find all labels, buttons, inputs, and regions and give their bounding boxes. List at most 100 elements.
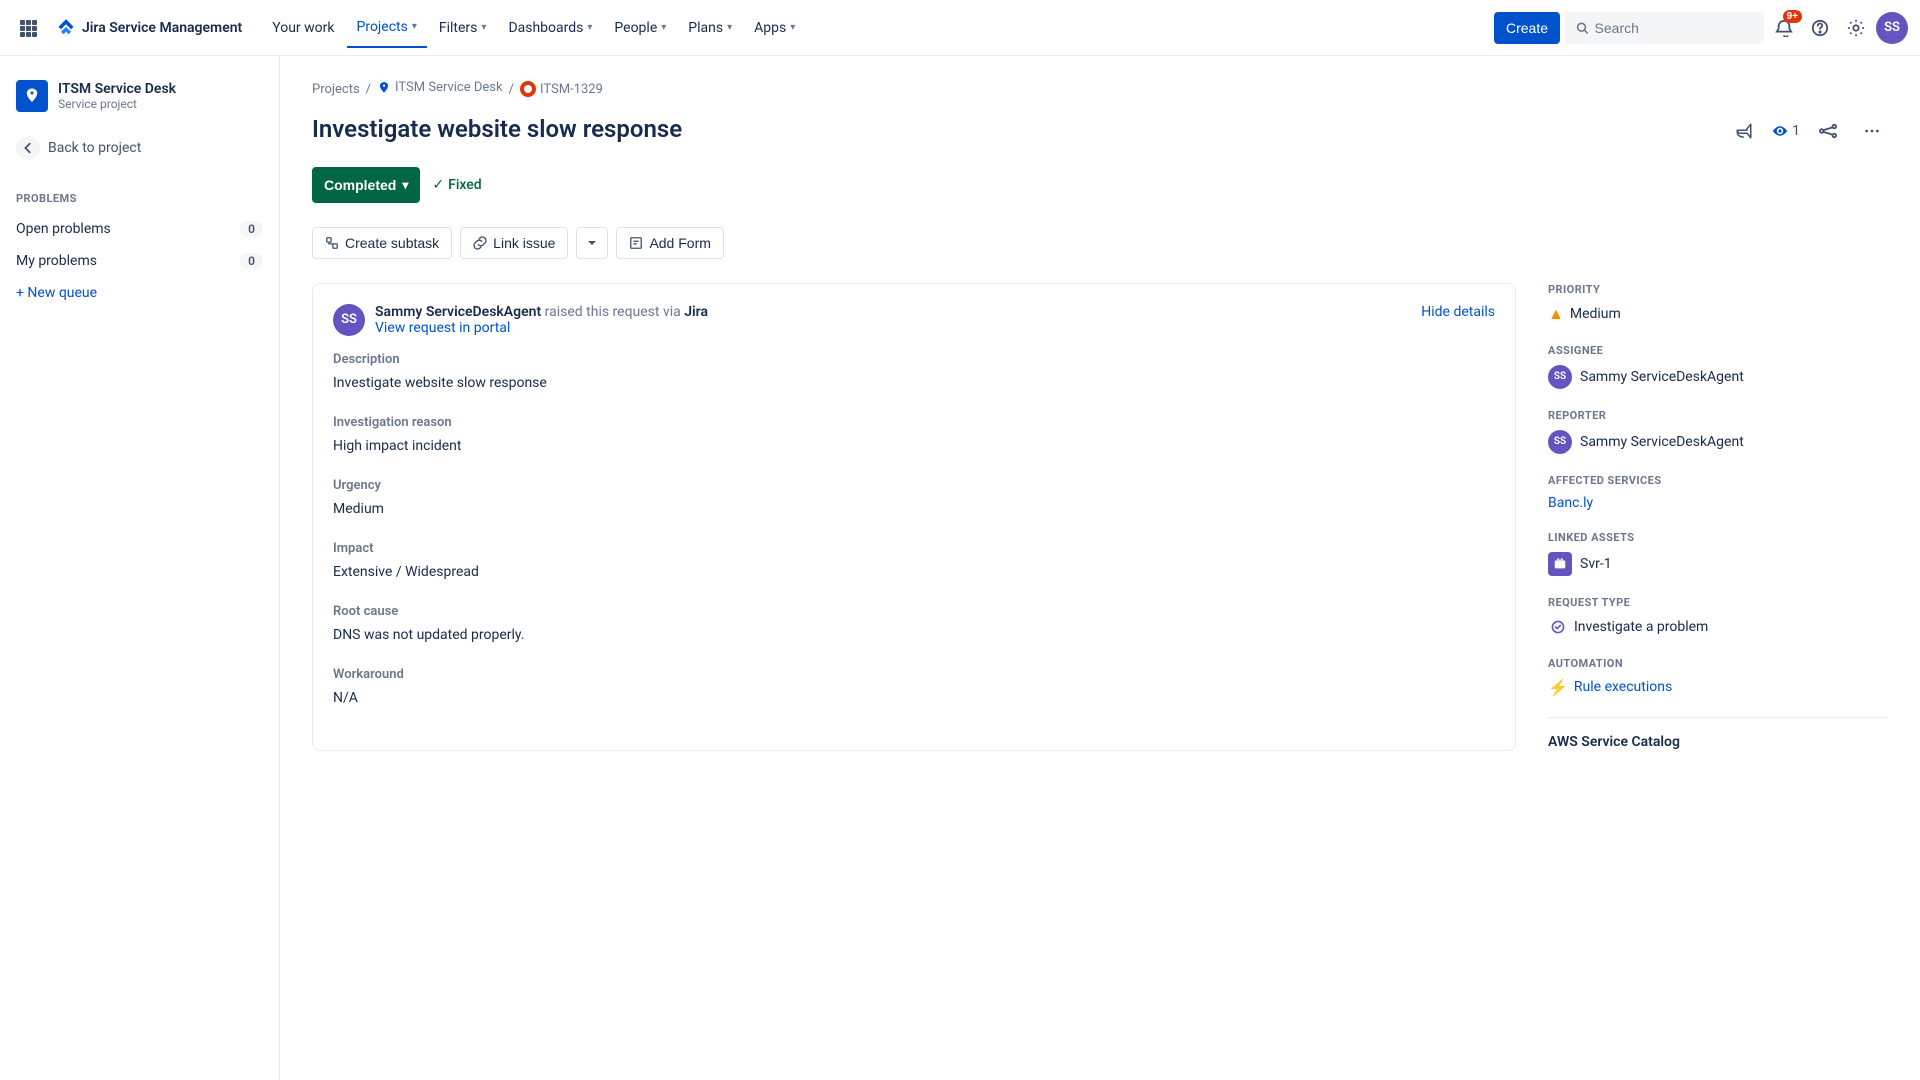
share-button[interactable]	[1812, 115, 1844, 147]
automation-label: Automation	[1548, 657, 1888, 670]
assignee-name: Sammy ServiceDeskAgent	[1580, 369, 1744, 385]
eye-icon	[1772, 123, 1788, 139]
activity-user: SS Sammy ServiceDeskAgent raised this re…	[333, 304, 708, 336]
urgency-value: Medium	[333, 501, 1495, 517]
sidebar-item-open-problems[interactable]: Open problems 0	[0, 213, 279, 245]
fixed-status: ✓ Fixed	[432, 177, 481, 193]
nav-items: Your work Projects ▾ Filters ▾ Dashboard…	[262, 8, 805, 48]
create-subtask-button[interactable]: Create subtask	[312, 227, 452, 259]
hide-details-link[interactable]: Hide details	[1421, 304, 1495, 320]
impact-section: Impact Extensive / Widespread	[333, 541, 1495, 580]
new-queue-button[interactable]: + New queue	[0, 277, 279, 309]
breadcrumb-projects[interactable]: Projects	[312, 82, 360, 97]
breadcrumb: Projects / ITSM Service Desk / ITSM-1329	[312, 80, 1888, 99]
urgency-section: Urgency Medium	[333, 478, 1495, 517]
linked-assets-icon	[1548, 552, 1572, 576]
assignee-label: Assignee	[1548, 344, 1888, 357]
issue-body: SS Sammy ServiceDeskAgent raised this re…	[312, 283, 1516, 770]
create-button[interactable]: Create	[1494, 12, 1560, 44]
notifications-button[interactable]: 9+	[1768, 12, 1800, 44]
issue-toolbar: Create subtask Link issue Add Form	[312, 227, 1888, 259]
settings-button[interactable]	[1840, 12, 1872, 44]
automation-value: ⚡ Rule executions	[1548, 678, 1888, 697]
description-value: Investigate website slow response	[333, 375, 1495, 391]
more-actions-button[interactable]	[1856, 115, 1888, 147]
issue-type-icon	[520, 81, 536, 97]
sidebar: ITSM Service Desk Service project Back t…	[0, 56, 280, 1080]
urgency-label: Urgency	[333, 478, 1495, 493]
search-box[interactable]	[1564, 12, 1764, 44]
request-type-label: Request Type	[1548, 596, 1888, 609]
automation-link[interactable]: Rule executions	[1574, 679, 1672, 695]
impact-label: Impact	[333, 541, 1495, 556]
linked-assets-value: Svr-1	[1580, 556, 1612, 572]
priority-icon: ▲	[1548, 304, 1564, 324]
nav-item-filters[interactable]: Filters ▾	[429, 8, 497, 48]
reporter-row: SS Sammy ServiceDeskAgent	[1548, 430, 1888, 454]
nav-item-plans[interactable]: Plans ▾	[678, 8, 742, 48]
back-label: Back to project	[48, 140, 141, 156]
root-cause-section: Root cause DNS was not updated properly.	[333, 604, 1495, 643]
breadcrumb-project[interactable]: ITSM Service Desk	[377, 80, 503, 99]
add-form-button[interactable]: Add Form	[616, 227, 723, 259]
people-chevron-icon: ▾	[661, 22, 666, 33]
back-to-project[interactable]: Back to project	[0, 128, 279, 168]
user-avatar[interactable]: SS	[1876, 12, 1908, 44]
nav-item-dashboards[interactable]: Dashboards ▾	[498, 8, 602, 48]
issue-header-actions: 1	[1728, 115, 1888, 147]
priority-field: Priority ▲ Medium	[1548, 283, 1888, 324]
nav-item-people[interactable]: People ▾	[604, 8, 676, 48]
request-type-value: Investigate a problem	[1548, 617, 1888, 637]
activity-action-text: raised this request via	[545, 304, 685, 320]
completed-button[interactable]: Completed ▾	[312, 167, 420, 203]
automation-field: Automation ⚡ Rule executions	[1548, 657, 1888, 697]
nav-item-projects[interactable]: Projects ▾	[347, 8, 427, 48]
my-problems-count: 0	[240, 253, 263, 269]
watch-count: 1	[1792, 123, 1800, 139]
affected-services-link[interactable]: Banc.ly	[1548, 495, 1593, 511]
sidebar-project: ITSM Service Desk Service project	[0, 72, 279, 128]
linked-assets-label: LINKED ASSETS	[1548, 531, 1888, 544]
notification-badge: 9+	[1783, 10, 1802, 23]
affected-services-field: Affected services Banc.ly	[1548, 474, 1888, 511]
assignee-row: SS Sammy ServiceDeskAgent	[1548, 365, 1888, 389]
plans-chevron-icon: ▾	[727, 22, 732, 33]
investigation-reason-section: Investigation reason High impact inciden…	[333, 415, 1495, 454]
activity-avatar: SS	[333, 304, 365, 336]
toolbar-dropdown-button[interactable]	[576, 227, 608, 259]
view-portal-link[interactable]: View request in portal	[375, 320, 510, 336]
announcement-button[interactable]	[1728, 115, 1760, 147]
affected-services-label: Affected services	[1548, 474, 1888, 487]
assignee-avatar: SS	[1548, 365, 1572, 389]
impact-value: Extensive / Widespread	[333, 564, 1495, 580]
back-icon	[16, 136, 40, 160]
aws-service-catalog-header: AWS Service Catalog	[1548, 717, 1888, 750]
reporter-avatar: SS	[1548, 430, 1572, 454]
search-icon	[1576, 21, 1589, 35]
search-input[interactable]	[1595, 20, 1752, 36]
grid-icon[interactable]	[12, 12, 44, 44]
nav-logo[interactable]: Jira Service Management	[48, 18, 250, 38]
nav-item-apps[interactable]: Apps ▾	[744, 8, 805, 48]
description-section: Description Investigate website slow res…	[333, 352, 1495, 391]
nav-item-your-work[interactable]: Your work	[262, 8, 344, 48]
help-button[interactable]	[1804, 12, 1836, 44]
breadcrumb-issue: ITSM-1329	[520, 81, 603, 97]
description-label: Description	[333, 352, 1495, 367]
projects-chevron-icon: ▾	[412, 21, 417, 32]
workaround-label: Workaround	[333, 667, 1495, 682]
link-issue-button[interactable]: Link issue	[460, 227, 568, 259]
sidebar-item-my-problems[interactable]: My problems 0	[0, 245, 279, 277]
watch-button[interactable]: 1	[1772, 123, 1800, 139]
reporter-label: Reporter	[1548, 409, 1888, 422]
issue-title: Investigate website slow response	[312, 115, 1728, 143]
reporter-name: Sammy ServiceDeskAgent	[1580, 434, 1744, 450]
project-icon	[16, 80, 48, 112]
affected-services-value: Banc.ly	[1548, 495, 1888, 511]
investigation-reason-label: Investigation reason	[333, 415, 1495, 430]
activity-source: Jira	[684, 304, 708, 320]
priority-value: ▲ Medium	[1548, 304, 1888, 324]
priority-label: Priority	[1548, 283, 1888, 296]
status-row: Completed ▾ ✓ Fixed	[312, 167, 1888, 203]
activity-card: SS Sammy ServiceDeskAgent raised this re…	[312, 283, 1516, 751]
